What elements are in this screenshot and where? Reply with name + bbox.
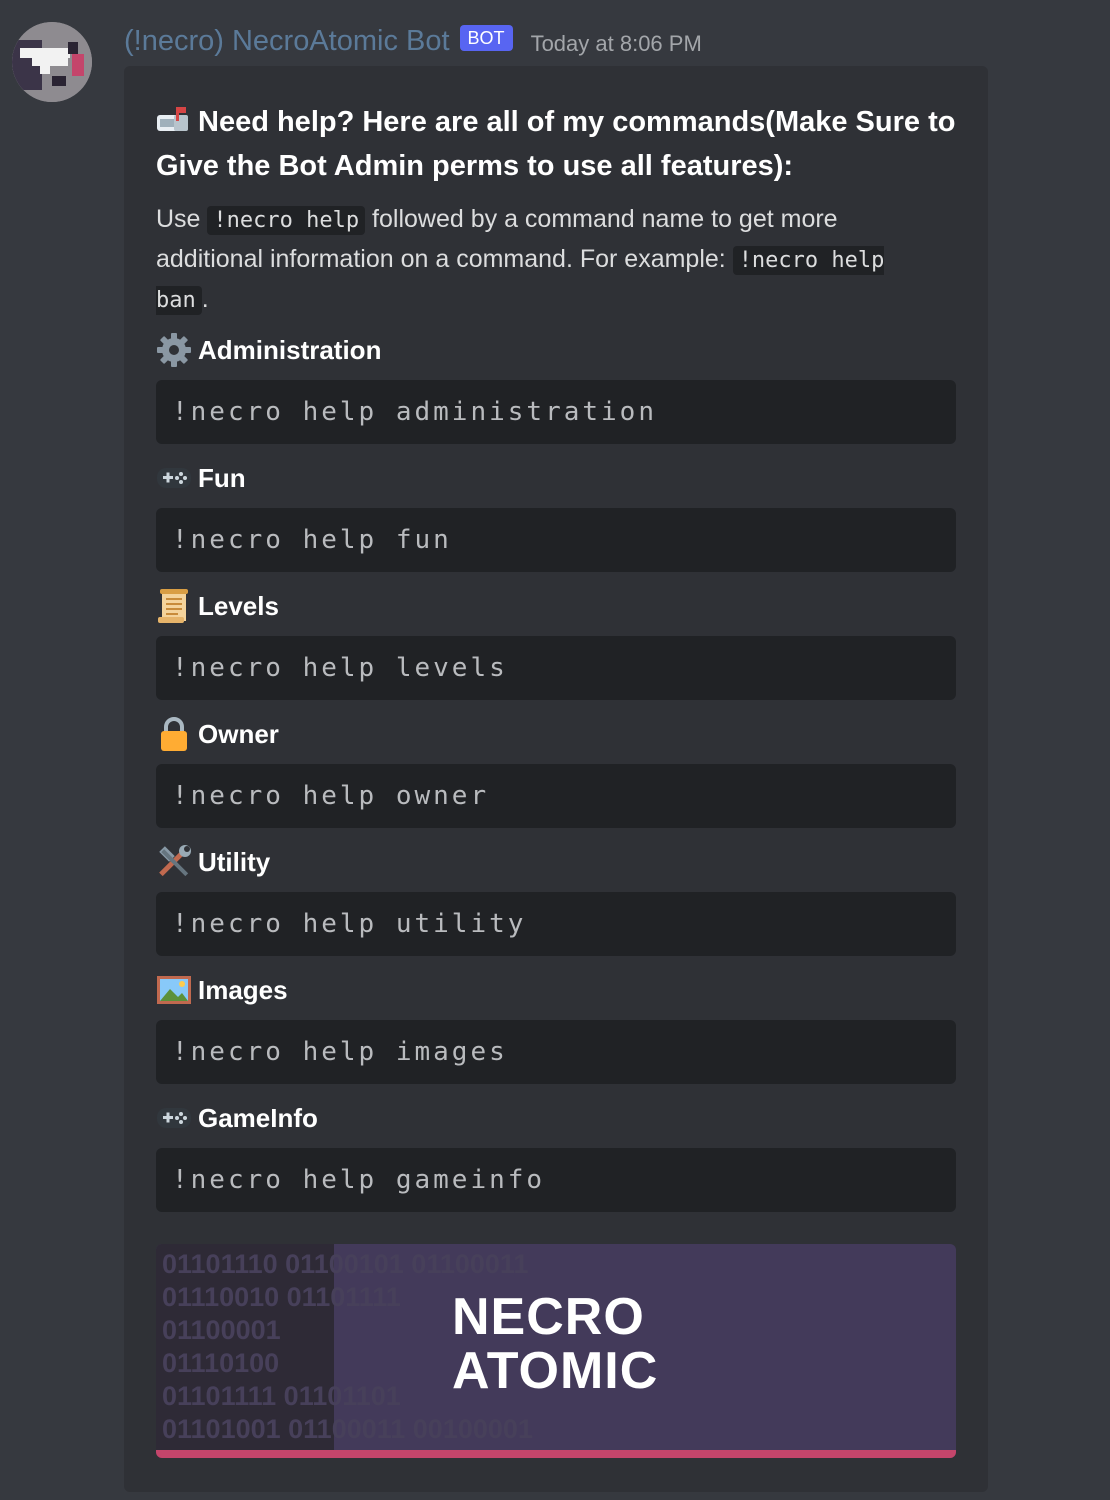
embed-title-text: Need help? Here are all of my commands(M… [156, 106, 956, 182]
mailbox-icon [157, 107, 188, 131]
command-codeblock-levels[interactable]: !necro help levels [156, 636, 956, 700]
command-codeblock-gameinfo[interactable]: !necro help gameinfo [156, 1148, 956, 1212]
necro-atomic-logo: NECRO ATOMIC [452, 1290, 658, 1398]
command-codeblock-administration[interactable]: !necro help administration [156, 380, 956, 444]
help-embed: Need help? Here are all of my commands(M… [124, 66, 988, 1492]
section-title-text: Owner [198, 718, 279, 749]
embed-title: Need help? Here are all of my commands(M… [156, 100, 956, 188]
framed-picture-icon [156, 972, 192, 1008]
description-text: . [201, 285, 209, 313]
embed-image-banner[interactable]: 01101110 01100101 01100011 01110010 0110… [156, 1244, 956, 1458]
section-title-images: Images [156, 970, 288, 1010]
inline-code-help: !necro help [207, 206, 366, 235]
section-title-text: Fun [198, 462, 246, 493]
section-title-text: GameInfo [198, 1102, 318, 1133]
command-codeblock-images[interactable]: !necro help images [156, 1020, 956, 1084]
logo-line-1: NECRO [452, 1288, 645, 1346]
section-title-text: Administration [198, 334, 382, 365]
logo-line-2: ATOMIC [452, 1342, 659, 1400]
command-codeblock-utility[interactable]: !necro help utility [156, 892, 956, 956]
section-title-text: Images [198, 974, 288, 1005]
description-text: Use [156, 205, 208, 233]
hammer-wrench-icon [156, 844, 192, 880]
command-codeblock-fun[interactable]: !necro help fun [156, 508, 956, 572]
section-title-gameinfo: GameInfo [156, 1098, 318, 1138]
gamepad-icon [156, 460, 192, 496]
section-title-utility: Utility [156, 842, 270, 882]
author-name[interactable]: (!necro) NecroAtomic Bot [124, 25, 450, 58]
banner-accent-stripe [156, 1450, 956, 1458]
command-codeblock-owner[interactable]: !necro help owner [156, 764, 956, 828]
scroll-icon [156, 588, 192, 624]
bot-avatar[interactable] [12, 22, 92, 102]
gear-icon [156, 332, 192, 368]
gamepad-icon [156, 1100, 192, 1136]
pixel-dragon-avatar-icon [12, 22, 92, 102]
section-title-text: Utility [198, 846, 271, 877]
bot-badge: BOT [459, 25, 513, 51]
message-header: (!necro) NecroAtomic Bot BOT Today at 8:… [124, 20, 702, 62]
section-title-text: Levels [198, 590, 279, 621]
embed-description: Use !necro help followed by a command na… [156, 200, 946, 320]
message-timestamp[interactable]: Today at 8:06 PM [531, 31, 702, 57]
section-title-levels: Levels [156, 586, 279, 626]
section-title-owner: Owner [156, 714, 279, 754]
lock-icon [156, 716, 192, 752]
section-title-fun: Fun [156, 458, 246, 498]
section-title-administration: Administration [156, 330, 381, 370]
